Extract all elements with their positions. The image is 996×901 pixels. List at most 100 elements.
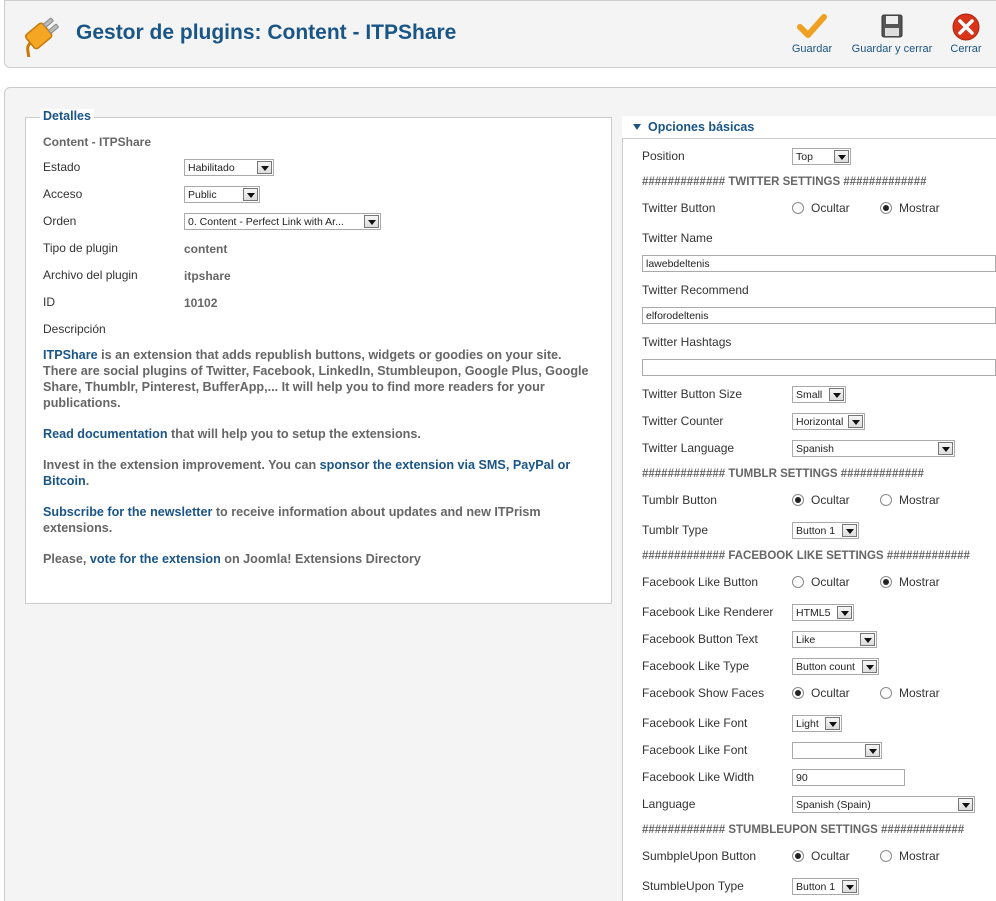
fb-text-select[interactable]: Like <box>792 631 877 648</box>
twitter-settings-separator: ############# TWITTER SETTINGS #########… <box>642 176 927 188</box>
chevron-down-icon <box>862 660 877 673</box>
twitter-recommend-input[interactable]: elforodeltenis <box>642 307 996 324</box>
twitter-hashtags-label: Twitter Hashtags <box>642 335 732 349</box>
radio-icon <box>880 494 892 506</box>
chevron-down-icon <box>829 388 844 401</box>
triangle-down-icon <box>633 124 641 130</box>
position-select[interactable]: Top <box>792 148 851 165</box>
estado-label: Estado <box>43 160 81 174</box>
fb-font1-value: Light <box>796 718 819 730</box>
fb-button-mostrar[interactable]: Mostrar <box>880 575 940 589</box>
position-label: Position <box>642 149 685 163</box>
fb-button-ocultar[interactable]: Ocultar <box>792 575 850 589</box>
descripcion-label: Descripción <box>43 322 106 336</box>
fb-renderer-label: Facebook Like Renderer <box>642 605 774 619</box>
twitter-counter-select[interactable]: Horizontal <box>792 413 865 430</box>
plug-icon <box>24 17 59 57</box>
fb-renderer-select[interactable]: HTML5 <box>792 604 854 621</box>
close-button[interactable]: Cerrar <box>945 13 987 55</box>
description-text: . <box>85 474 90 488</box>
save-and-close-button[interactable]: Guardar y cerrar <box>845 13 939 55</box>
description-paragraph-5: Please, vote for the extension on Joomla… <box>43 551 598 567</box>
twitter-button-mostrar[interactable]: Mostrar <box>880 201 940 215</box>
save-label: Guardar <box>791 43 833 55</box>
chevron-down-icon <box>257 161 272 174</box>
fb-text-label: Facebook Button Text <box>642 632 758 646</box>
description-paragraph-4: Subscribe for the newsletter to receive … <box>43 504 598 536</box>
orden-value: 0. Content - Perfect Link with Ar... <box>188 216 344 228</box>
radio-selected-icon <box>880 576 892 588</box>
chevron-down-icon <box>825 717 840 730</box>
radio-label: Ocultar <box>811 849 850 863</box>
close-label: Cerrar <box>950 43 982 55</box>
radio-label: Mostrar <box>899 493 940 507</box>
estado-select[interactable]: Habilitado <box>184 159 274 176</box>
description-paragraph-3: Invest in the extension improvement. You… <box>43 457 593 489</box>
radio-icon <box>792 576 804 588</box>
itpshare-link[interactable]: ITPShare <box>43 348 98 362</box>
orden-select[interactable]: 0. Content - Perfect Link with Ar... <box>184 213 381 230</box>
archivo-label: Archivo del plugin <box>43 268 138 282</box>
fb-faces-ocultar[interactable]: Ocultar <box>792 686 850 700</box>
description-paragraph-1: ITPShare is an extension that adds repub… <box>43 347 598 411</box>
fb-font2-label: Facebook Like Font <box>642 743 748 757</box>
checkmark-icon <box>797 14 827 38</box>
twitter-name-input[interactable]: lawebdeltenis <box>642 255 996 272</box>
stumble-button-ocultar[interactable]: Ocultar <box>792 849 850 863</box>
fb-width-input[interactable]: 90 <box>792 769 905 786</box>
twitter-size-label: Twitter Button Size <box>642 387 743 401</box>
fb-type-select[interactable]: Button count <box>792 658 879 675</box>
stumble-button-label: SumbpleUpon Button <box>642 849 757 863</box>
radio-selected-icon <box>792 494 804 506</box>
radio-selected-icon <box>880 202 892 214</box>
chevron-down-icon <box>364 215 379 228</box>
description-text: is an extension that adds republish butt… <box>43 348 589 410</box>
chevron-down-icon <box>958 798 973 811</box>
description-text: on Joomla! Extensions Directory <box>220 552 421 566</box>
documentation-link[interactable]: Read documentation <box>43 427 168 441</box>
twitter-hashtags-input[interactable] <box>642 359 996 376</box>
language-select[interactable]: Spanish (Spain) <box>792 796 975 813</box>
save-button[interactable]: Guardar <box>787 13 837 55</box>
radio-label: Mostrar <box>899 575 940 589</box>
twitter-counter-value: Horizontal <box>796 416 844 428</box>
tumblr-button-mostrar[interactable]: Mostrar <box>880 493 940 507</box>
vote-link[interactable]: vote for the extension <box>90 552 221 566</box>
fb-faces-mostrar[interactable]: Mostrar <box>880 686 940 700</box>
description-text: that will help you to setup the extensio… <box>167 427 421 441</box>
stumble-type-select[interactable]: Button 1 <box>792 878 859 895</box>
acceso-label: Acceso <box>43 187 83 201</box>
tumblr-settings-separator: ############# TUMBLR SETTINGS ##########… <box>642 468 924 480</box>
chevron-down-icon <box>837 606 852 619</box>
newsletter-link[interactable]: Subscribe for the newsletter <box>43 505 212 519</box>
options-header[interactable]: Opciones básicas <box>622 116 996 139</box>
twitter-name-label: Twitter Name <box>642 231 713 245</box>
acceso-value: Public <box>188 189 217 201</box>
radio-selected-icon <box>792 687 804 699</box>
description-paragraph-2: Read documentation that will help you to… <box>43 426 598 442</box>
stumble-type-value: Button 1 <box>796 881 836 893</box>
toolbar: Gestor de plugins: Content - ITPShare Gu… <box>4 0 996 68</box>
stumble-type-label: StumbleUpon Type <box>642 879 744 893</box>
details-subtitle: Content - ITPShare <box>43 135 152 149</box>
stumble-button-mostrar[interactable]: Mostrar <box>880 849 940 863</box>
twitter-button-ocultar[interactable]: Ocultar <box>792 201 850 215</box>
radio-label: Ocultar <box>811 686 850 700</box>
stumbleupon-settings-separator: ############# STUMBLEUPON SETTINGS #####… <box>642 824 965 836</box>
details-legend: Detalles <box>40 109 94 123</box>
twitter-size-select[interactable]: Small <box>792 386 846 403</box>
radio-icon <box>880 687 892 699</box>
tumblr-type-select[interactable]: Button 1 <box>792 522 859 539</box>
fb-font1-select[interactable]: Light <box>792 715 842 732</box>
acceso-select[interactable]: Public <box>184 186 260 203</box>
radio-label: Mostrar <box>899 686 940 700</box>
chevron-down-icon <box>865 744 880 757</box>
estado-value: Habilitado <box>188 162 235 174</box>
twitter-language-select[interactable]: Spanish <box>792 440 955 457</box>
chevron-down-icon <box>243 188 258 201</box>
fb-font2-select[interactable] <box>792 742 882 759</box>
fb-type-value: Button count <box>796 661 855 673</box>
save-and-close-label: Guardar y cerrar <box>851 43 933 55</box>
tumblr-button-ocultar[interactable]: Ocultar <box>792 493 850 507</box>
radio-icon <box>792 202 804 214</box>
